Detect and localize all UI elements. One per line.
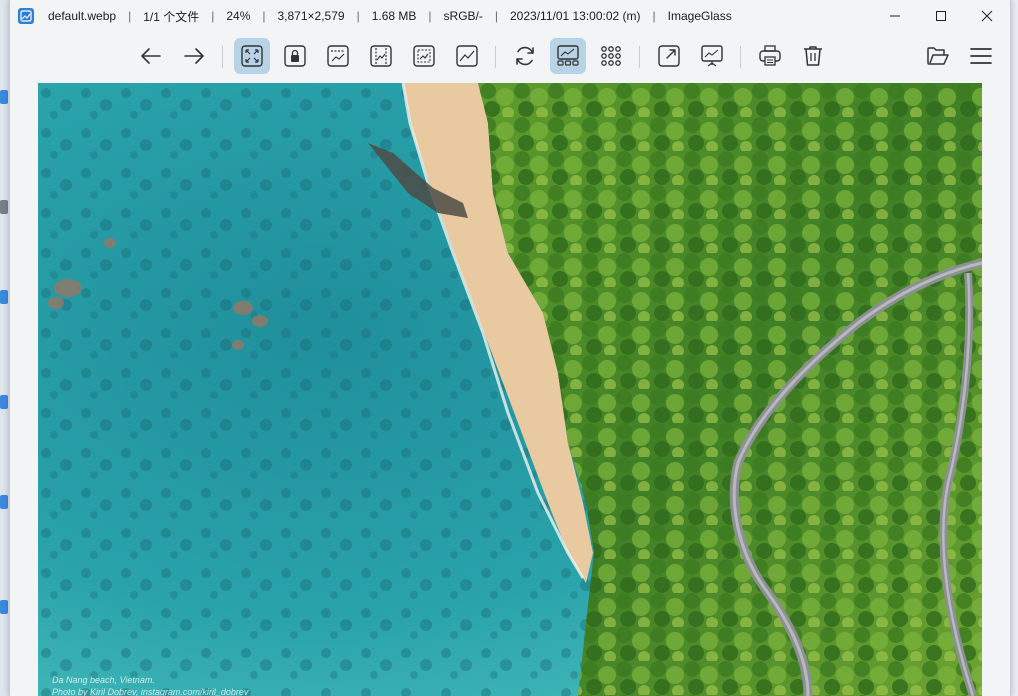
- auto-zoom-icon: [241, 45, 263, 67]
- arrow-left-icon: [141, 48, 161, 64]
- refresh-icon: [516, 46, 534, 66]
- close-icon: [981, 10, 993, 22]
- toolbar-separator: [222, 46, 223, 68]
- print-button[interactable]: [752, 38, 788, 74]
- desktop-icon[interactable]: [0, 90, 8, 104]
- modified-date: 2023/11/01 13:00:02 (m): [510, 9, 641, 23]
- desktop-icon[interactable]: [0, 395, 8, 409]
- maximize-icon: [936, 11, 946, 21]
- scale-to-fill-icon: [456, 45, 478, 67]
- file-size: 1.68 MB: [371, 9, 417, 23]
- scale-to-width-button[interactable]: [320, 38, 356, 74]
- scale-to-height-icon: [370, 45, 392, 67]
- title-separator: |: [211, 9, 215, 23]
- previous-image-button[interactable]: [133, 38, 169, 74]
- fullscreen-button[interactable]: [651, 38, 687, 74]
- toolbar-separator: [639, 46, 640, 68]
- scale-to-height-button[interactable]: [363, 38, 399, 74]
- toolbar: [10, 34, 1010, 80]
- lock-zoom-icon: [284, 45, 306, 67]
- title-separator: |: [128, 9, 132, 23]
- scale-to-fit-icon: [413, 45, 435, 67]
- toolbar-separator: [740, 46, 741, 68]
- title-bar[interactable]: default.webp | 1/1 个文件 | 24% | 3,871×2,5…: [10, 0, 1010, 32]
- title-separator: |: [262, 9, 266, 23]
- title-separator: |: [494, 9, 498, 23]
- fullscreen-icon: [658, 45, 680, 67]
- thumbnail-grid-icon: [601, 46, 621, 66]
- gallery-button[interactable]: [550, 38, 586, 74]
- slideshow-button[interactable]: [694, 38, 730, 74]
- open-file-button[interactable]: [920, 38, 956, 74]
- main-menu-button[interactable]: [963, 38, 999, 74]
- imageglass-window: default.webp | 1/1 个文件 | 24% | 3,871×2,5…: [9, 0, 1011, 696]
- open-folder-icon: [927, 47, 949, 65]
- desktop-icon[interactable]: [0, 290, 8, 304]
- minimize-button[interactable]: [872, 0, 918, 32]
- next-image-button[interactable]: [176, 38, 212, 74]
- menu-icon: [970, 48, 992, 64]
- aerial-beach-photo: [38, 83, 982, 696]
- caption-credit: Photo by Kiril Dobrev, instagram.com/kir…: [52, 687, 249, 696]
- auto-zoom-button[interactable]: [234, 38, 270, 74]
- title-separator: |: [356, 9, 360, 23]
- desktop-icon[interactable]: [0, 495, 8, 509]
- caption-location: Da Nang beach, Vietnam.: [52, 675, 155, 685]
- window-controls: [872, 0, 1010, 32]
- gallery-icon: [557, 45, 579, 66]
- close-button[interactable]: [964, 0, 1010, 32]
- scale-to-width-icon: [327, 45, 349, 67]
- arrow-right-icon: [184, 48, 204, 64]
- image-viewer[interactable]: Da Nang beach, Vietnam. Photo by Kiril D…: [38, 83, 982, 696]
- print-icon: [759, 45, 781, 66]
- scale-to-fill-button[interactable]: [449, 38, 485, 74]
- zoom-level: 24%: [226, 9, 251, 23]
- desktop-icon[interactable]: [0, 600, 8, 614]
- slideshow-icon: [701, 45, 723, 67]
- title-separator: |: [652, 9, 656, 23]
- toolbar-separator: [495, 46, 496, 68]
- title-separator: |: [428, 9, 432, 23]
- minimize-icon: [890, 15, 900, 17]
- photo-caption: Da Nang beach, Vietnam. Photo by Kiril D…: [52, 674, 248, 696]
- app-name: ImageGlass: [667, 9, 732, 23]
- delete-button[interactable]: [795, 38, 831, 74]
- desktop-icon[interactable]: [0, 200, 8, 214]
- color-profile: sRGB/-: [443, 9, 483, 23]
- maximize-button[interactable]: [918, 0, 964, 32]
- app-icon: [18, 8, 34, 24]
- delete-icon: [804, 46, 822, 66]
- file-index: 1/1 个文件: [143, 9, 200, 24]
- scale-to-fit-button[interactable]: [406, 38, 442, 74]
- thumbnail-grid-button[interactable]: [593, 38, 629, 74]
- lock-zoom-button[interactable]: [277, 38, 313, 74]
- refresh-button[interactable]: [507, 38, 543, 74]
- file-name: default.webp: [48, 9, 117, 23]
- image-dimensions: 3,871×2,579: [277, 9, 345, 23]
